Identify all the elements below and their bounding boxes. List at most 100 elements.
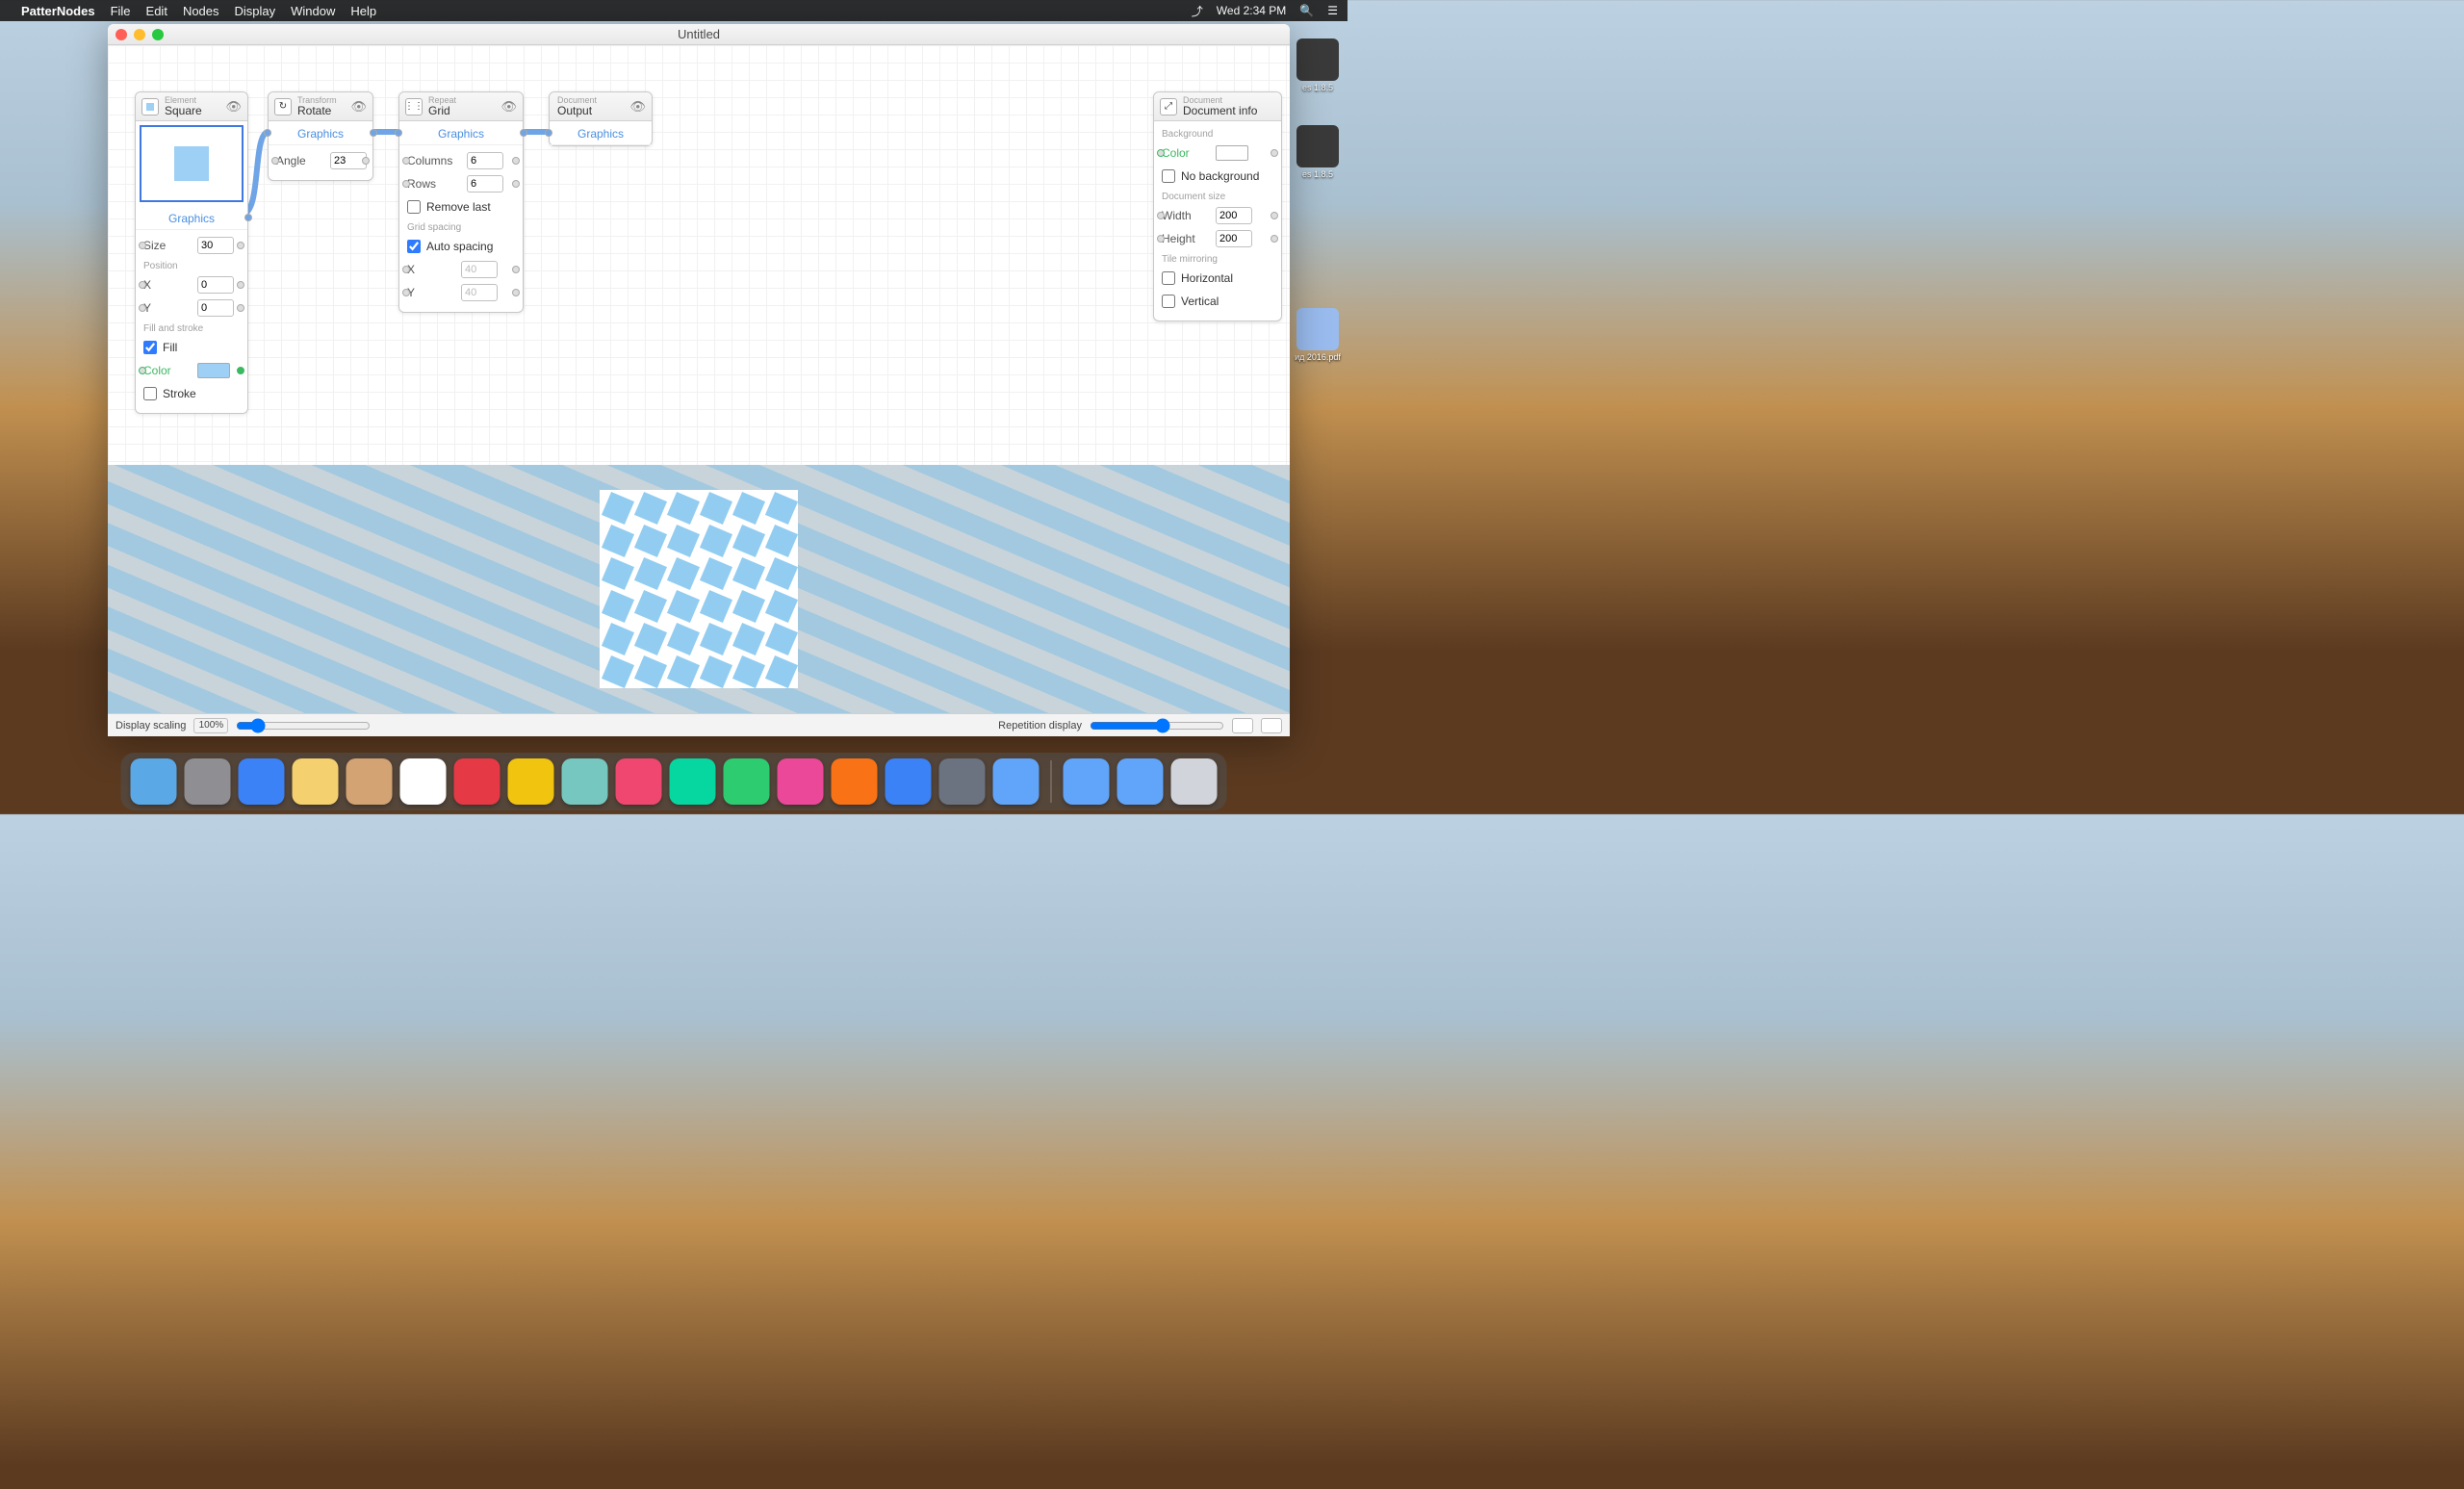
dock-app[interactable] — [185, 758, 231, 805]
fill-checkbox[interactable] — [143, 341, 157, 354]
node-header[interactable]: DocumentOutput 👁 — [550, 92, 652, 121]
fill-color-well[interactable] — [197, 363, 230, 378]
doc-height-input[interactable] — [1216, 230, 1252, 247]
window-title: Untitled — [108, 27, 1290, 41]
titlebar[interactable]: Untitled — [108, 24, 1290, 45]
node-grid[interactable]: ⋮⋮ RepeatGrid 👁 Graphics Columns Rows Re… — [398, 91, 524, 313]
dock-app[interactable] — [400, 758, 447, 805]
menu-help[interactable]: Help — [350, 4, 376, 18]
dock-app[interactable] — [454, 758, 500, 805]
menubar-app[interactable]: PatterNodes — [21, 4, 95, 18]
doc-width-input[interactable] — [1216, 207, 1252, 224]
macos-menubar: PatterNodes File Edit Nodes Display Wind… — [0, 0, 1348, 21]
color-label: Color — [143, 364, 192, 377]
menu-window[interactable]: Window — [291, 4, 335, 18]
dock-app[interactable] — [1117, 758, 1164, 805]
pos-x-input[interactable] — [197, 276, 234, 294]
preview-shape — [174, 146, 209, 181]
menu-display[interactable]: Display — [235, 4, 276, 18]
bg-header: Background — [1162, 129, 1273, 140]
display-scaling-label: Display scaling — [116, 720, 186, 732]
horiz-checkbox[interactable] — [1162, 271, 1175, 285]
pos-y-input[interactable] — [197, 299, 234, 317]
dock-app[interactable] — [346, 758, 393, 805]
grid-y-input — [461, 284, 498, 301]
mirror-header: Tile mirroring — [1162, 254, 1273, 265]
repetition-label: Repetition display — [998, 720, 1082, 732]
eye-icon[interactable]: 👁 — [629, 99, 646, 115]
graphics-io: Graphics — [399, 121, 523, 145]
preview-pane[interactable] — [108, 465, 1290, 713]
eye-icon[interactable]: 👁 — [500, 99, 517, 115]
dock-app[interactable] — [778, 758, 824, 805]
dock-app[interactable] — [562, 758, 608, 805]
view-mode-button[interactable] — [1232, 718, 1253, 733]
node-square[interactable]: ElementSquare 👁 Graphics Size Position X… — [135, 91, 248, 414]
dock-app[interactable] — [239, 758, 285, 805]
status-bar: Display scaling 100% Repetition display — [108, 713, 1290, 736]
nobg-checkbox[interactable] — [1162, 169, 1175, 183]
graphics-input: Graphics — [550, 121, 652, 145]
stroke-checkbox[interactable] — [143, 387, 157, 400]
repetition-slider[interactable] — [1090, 718, 1224, 733]
output-graphics: Graphics — [136, 206, 247, 230]
menu-edit[interactable]: Edit — [146, 4, 167, 18]
scale-value[interactable]: 100% — [193, 718, 228, 733]
eye-icon[interactable]: 👁 — [350, 99, 367, 115]
eye-icon[interactable]: 👁 — [225, 99, 242, 115]
desktop-icon[interactable]: es 1.8.5 — [1294, 125, 1342, 179]
dock-app[interactable] — [939, 758, 986, 805]
macos-dock[interactable] — [121, 753, 1227, 810]
dock-app[interactable] — [131, 758, 177, 805]
node-header[interactable]: ↻ TransformRotate 👁 — [269, 92, 372, 121]
preview-tile — [600, 490, 798, 688]
desktop-icon[interactable]: es 1.8.5 — [1294, 39, 1342, 92]
document-icon: ⤢ — [1160, 98, 1177, 116]
node-header[interactable]: ⤢ DocumentDocument info — [1154, 92, 1281, 121]
node-document-info[interactable]: ⤢ DocumentDocument info Background Color… — [1153, 91, 1282, 321]
docsize-header: Document size — [1162, 192, 1273, 202]
status-icon[interactable]: ⤴ — [1192, 3, 1203, 19]
bg-color-label: Color — [1162, 146, 1210, 160]
menu-extras-icon[interactable]: ☰ — [1327, 4, 1338, 17]
node-rotate[interactable]: ↻ TransformRotate 👁 Graphics Angle — [268, 91, 373, 181]
grid-x-input — [461, 261, 498, 278]
dock-app[interactable] — [886, 758, 932, 805]
node-output[interactable]: DocumentOutput 👁 Graphics — [549, 91, 653, 146]
dock-app[interactable] — [670, 758, 716, 805]
menu-nodes[interactable]: Nodes — [183, 4, 219, 18]
spacing-header: Grid spacing — [407, 222, 515, 233]
fillstroke-header: Fill and stroke — [143, 323, 240, 334]
dock-app[interactable] — [293, 758, 339, 805]
grid-icon: ⋮⋮ — [405, 98, 423, 116]
menubar-clock: Wed 2:34 PM — [1217, 4, 1286, 17]
bg-color-well[interactable] — [1216, 145, 1248, 161]
node-header[interactable]: ⋮⋮ RepeatGrid 👁 — [399, 92, 523, 121]
dock-app[interactable] — [832, 758, 878, 805]
node-preview — [140, 125, 244, 202]
dock-app[interactable] — [1064, 758, 1110, 805]
rows-input[interactable] — [467, 175, 503, 193]
columns-input[interactable] — [467, 152, 503, 169]
menu-file[interactable]: File — [111, 4, 131, 18]
auto-spacing-checkbox[interactable] — [407, 240, 421, 253]
rotate-icon: ↻ — [274, 98, 292, 116]
node-header[interactable]: ElementSquare 👁 — [136, 92, 247, 121]
graphics-io: Graphics — [269, 121, 372, 145]
remove-last-checkbox[interactable] — [407, 200, 421, 214]
dock-app[interactable] — [1171, 758, 1218, 805]
fullscreen-button[interactable] — [1261, 718, 1282, 733]
dock-app[interactable] — [616, 758, 662, 805]
vert-checkbox[interactable] — [1162, 295, 1175, 308]
spotlight-icon[interactable]: 🔍 — [1299, 4, 1314, 17]
dock-app[interactable] — [724, 758, 770, 805]
dock-app[interactable] — [508, 758, 554, 805]
app-window: Untitled ElementSquare 👁 Graphics Size P… — [108, 24, 1290, 736]
size-input[interactable] — [197, 237, 234, 254]
dock-app[interactable] — [993, 758, 1040, 805]
desktop-icon[interactable]: ид 2016.pdf — [1294, 308, 1342, 362]
square-icon — [141, 98, 159, 116]
scale-slider[interactable] — [236, 718, 371, 733]
position-header: Position — [143, 261, 240, 271]
node-canvas[interactable]: ElementSquare 👁 Graphics Size Position X… — [108, 45, 1290, 465]
